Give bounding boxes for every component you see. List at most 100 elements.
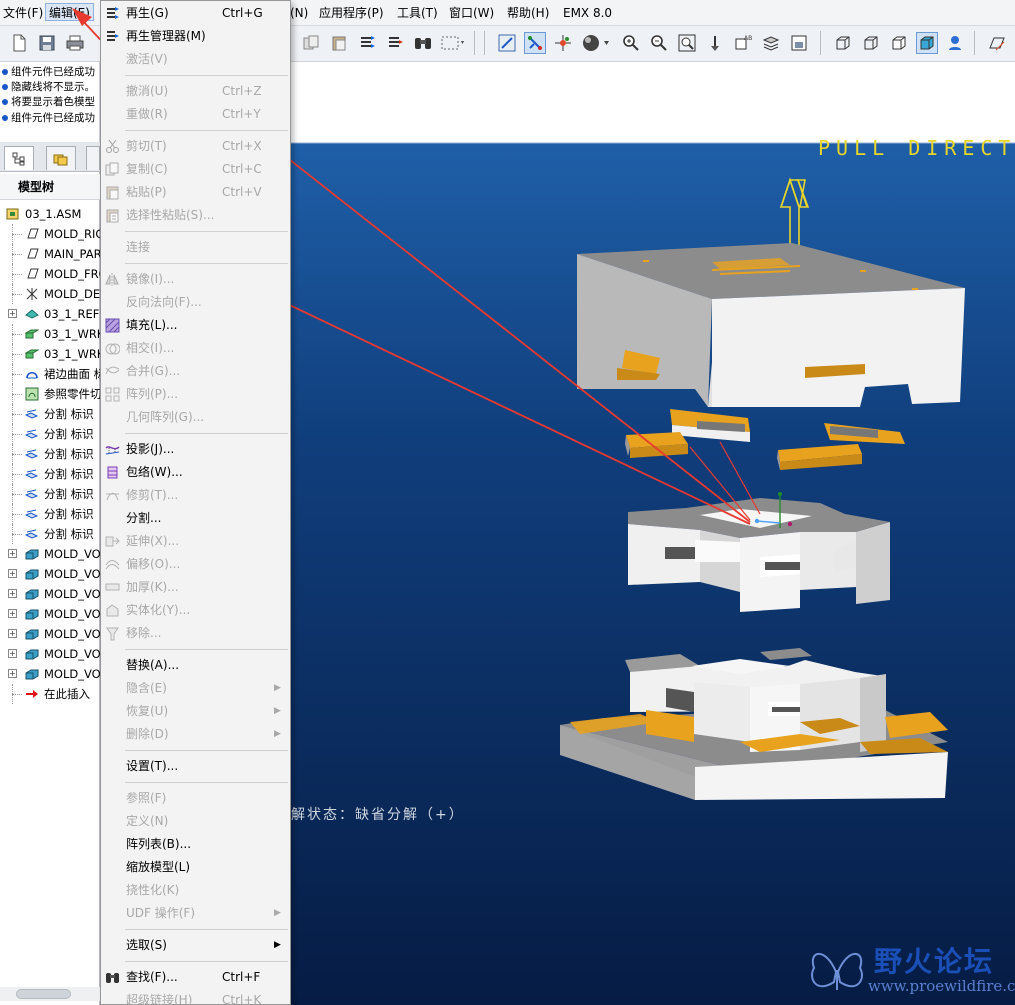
edit-menu-item[interactable]: 参照(F) bbox=[101, 787, 290, 810]
edit-menu-item[interactable]: 相交(I)... bbox=[101, 337, 290, 360]
expand-toggle-icon[interactable]: + bbox=[8, 589, 17, 598]
wireframe-icon[interactable] bbox=[832, 32, 854, 54]
tree-item[interactable]: 分割 标识 bbox=[0, 484, 100, 504]
tree-item[interactable]: + MOLD_VOL bbox=[0, 664, 100, 684]
shaded-icon[interactable] bbox=[916, 32, 938, 54]
tree-item[interactable]: + MOLD_VOL bbox=[0, 624, 100, 644]
tree-item[interactable]: + MOLD_VOL bbox=[0, 644, 100, 664]
menu-emx[interactable]: EMX 8.0 bbox=[560, 4, 615, 22]
tree-item[interactable]: 03_1_WRK bbox=[0, 344, 100, 364]
edit-menu-item[interactable]: 隐含(E) ▶ bbox=[101, 677, 290, 700]
edit-menu-item[interactable]: 加厚(K)... bbox=[101, 576, 290, 599]
edit-menu-item[interactable]: 缩放模型(L) bbox=[101, 856, 290, 879]
copy-toolbar-icon[interactable] bbox=[300, 32, 322, 54]
model-display-icon[interactable] bbox=[944, 32, 966, 54]
edit-menu-item[interactable]: 设置(T)... bbox=[101, 755, 290, 778]
edit-menu-item[interactable]: 修剪(T)... bbox=[101, 484, 290, 507]
expand-toggle-icon[interactable]: + bbox=[8, 609, 17, 618]
regen-manager-toolbar-icon[interactable] bbox=[384, 32, 406, 54]
tree-item[interactable]: MOLD_FRONT bbox=[0, 264, 100, 284]
menu-tools[interactable]: 工具(T) bbox=[394, 4, 441, 22]
edit-menu-item[interactable]: 剪切(T) Ctrl+X bbox=[101, 135, 290, 158]
tree-item[interactable]: 在此插入 bbox=[0, 684, 100, 704]
favorites-tab[interactable] bbox=[86, 146, 100, 170]
edit-menu-item[interactable]: 复制(C) Ctrl+C bbox=[101, 158, 290, 181]
edit-menu-item[interactable]: 超级链接(H) Ctrl+K bbox=[101, 989, 290, 1005]
tree-item[interactable]: + MOLD_VOL bbox=[0, 604, 100, 624]
edit-menu-item[interactable]: 删除(D) ▶ bbox=[101, 723, 290, 746]
edit-menu-item[interactable]: 替换(A)... bbox=[101, 654, 290, 677]
tree-item[interactable]: + MOLD_VOL bbox=[0, 584, 100, 604]
zoom-in-icon[interactable] bbox=[620, 32, 642, 54]
edit-menu-item[interactable]: 挠性化(K) bbox=[101, 879, 290, 902]
expand-toggle-icon[interactable]: + bbox=[8, 629, 17, 638]
expand-toggle-icon[interactable]: + bbox=[8, 669, 17, 678]
tree-item[interactable]: 分割 标识 bbox=[0, 464, 100, 484]
tree-item[interactable]: + MOLD_VOL bbox=[0, 564, 100, 584]
edit-menu-item[interactable]: 几何阵列(G)... bbox=[101, 406, 290, 429]
tree-item[interactable]: MOLD_RIGHT bbox=[0, 224, 100, 244]
edit-menu-item[interactable]: 粘贴(P) Ctrl+V bbox=[101, 181, 290, 204]
edit-menu-item[interactable]: 再生(G) Ctrl+G bbox=[101, 2, 290, 25]
tree-item[interactable]: 03_1.ASM bbox=[0, 204, 100, 224]
view-manager-icon[interactable] bbox=[788, 32, 810, 54]
shading-style-icon[interactable] bbox=[582, 32, 612, 54]
menu-window[interactable]: 窗口(W) bbox=[446, 4, 497, 22]
reorient-icon[interactable] bbox=[704, 32, 726, 54]
edit-menu-item[interactable]: 再生管理器(M) bbox=[101, 25, 290, 48]
tree-item[interactable]: 分割 标识 bbox=[0, 504, 100, 524]
edit-menu-item[interactable]: 包络(W)... bbox=[101, 461, 290, 484]
saved-views-icon[interactable]: AB bbox=[732, 32, 754, 54]
zoom-out-icon[interactable] bbox=[648, 32, 670, 54]
edit-menu-item[interactable]: 分割... bbox=[101, 507, 290, 530]
edit-menu-item[interactable]: 连接 bbox=[101, 236, 290, 259]
edit-menu-item[interactable]: 移除... bbox=[101, 622, 290, 645]
tree-item[interactable]: + MOLD_VOL bbox=[0, 544, 100, 564]
no-hidden-icon[interactable] bbox=[888, 32, 910, 54]
edit-menu-item[interactable]: 反向法向(F)... bbox=[101, 291, 290, 314]
expand-toggle-icon[interactable]: + bbox=[8, 549, 17, 558]
spin-center-icon[interactable] bbox=[552, 32, 574, 54]
expand-toggle-icon[interactable]: + bbox=[8, 309, 17, 318]
edit-menu-item[interactable]: 激活(V) bbox=[101, 48, 290, 71]
datum-display-icon[interactable] bbox=[496, 32, 518, 54]
edit-menu-item[interactable]: 延伸(X)... bbox=[101, 530, 290, 553]
edit-menu-item[interactable]: 选取(S) ▶ bbox=[101, 934, 290, 957]
edit-menu-item[interactable]: 查找(F)... Ctrl+F bbox=[101, 966, 290, 989]
tree-item[interactable]: 分割 标识 bbox=[0, 524, 100, 544]
edit-menu-item[interactable]: 合并(G)... bbox=[101, 360, 290, 383]
edit-menu-item[interactable]: 镜像(I)... bbox=[101, 268, 290, 291]
tree-item[interactable]: MAIN_PARTING_PLN bbox=[0, 244, 100, 264]
edit-menu-item[interactable]: 实体化(Y)... bbox=[101, 599, 290, 622]
tree-item[interactable]: 分割 标识 bbox=[0, 404, 100, 424]
expand-toggle-icon[interactable]: + bbox=[8, 569, 17, 578]
tree-item[interactable]: 分割 标识 bbox=[0, 424, 100, 444]
edit-menu-item[interactable]: 重做(R) Ctrl+Y bbox=[101, 103, 290, 126]
refit-icon[interactable] bbox=[676, 32, 698, 54]
tree-item[interactable]: 03_1_WRK bbox=[0, 324, 100, 344]
axis-display-icon[interactable] bbox=[524, 32, 546, 54]
edit-menu-item[interactable]: 填充(L)... bbox=[101, 314, 290, 337]
paste-toolbar-icon[interactable] bbox=[328, 32, 350, 54]
tree-item[interactable]: 分割 标识 bbox=[0, 444, 100, 464]
edit-menu-item[interactable]: 恢复(U) ▶ bbox=[101, 700, 290, 723]
scrollbar-thumb[interactable] bbox=[16, 989, 71, 999]
edit-menu-item[interactable]: 投影(J)... bbox=[101, 438, 290, 461]
horizontal-scrollbar[interactable] bbox=[0, 987, 100, 1001]
layers-icon[interactable] bbox=[760, 32, 782, 54]
edit-menu-item[interactable]: 定义(N) bbox=[101, 810, 290, 833]
edit-menu-item[interactable]: 撤消(U) Ctrl+Z bbox=[101, 80, 290, 103]
find-toolbar-icon[interactable] bbox=[412, 32, 434, 54]
tree-item[interactable]: +03_1_REF bbox=[0, 304, 100, 324]
selection-filter-icon[interactable] bbox=[440, 32, 466, 54]
edit-menu-item[interactable]: UDF 操作(F) ▶ bbox=[101, 902, 290, 925]
tree-item[interactable]: 参照零件切除 bbox=[0, 384, 100, 404]
edit-menu-item[interactable]: 阵列(P)... bbox=[101, 383, 290, 406]
expand-toggle-icon[interactable]: + bbox=[8, 649, 17, 658]
menu-help[interactable]: 帮助(H) bbox=[504, 4, 552, 22]
tree-item[interactable]: 裙边曲面 标识 bbox=[0, 364, 100, 384]
sketch-icon[interactable] bbox=[986, 32, 1008, 54]
edit-menu-item[interactable]: 阵列表(B)... bbox=[101, 833, 290, 856]
menu-applications[interactable]: 应用程序(P) bbox=[316, 4, 387, 22]
model-tree-tab[interactable] bbox=[4, 146, 34, 170]
